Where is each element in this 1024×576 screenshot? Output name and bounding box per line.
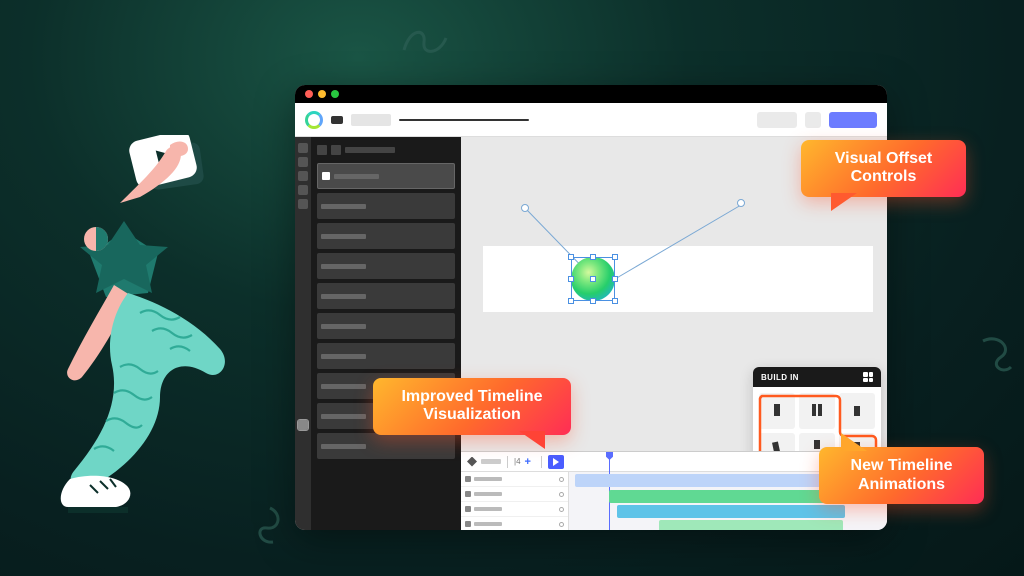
layer-item[interactable] bbox=[317, 223, 455, 249]
layer-item[interactable] bbox=[317, 313, 455, 339]
primary-action-button[interactable] bbox=[829, 112, 877, 128]
tool-rail bbox=[295, 137, 311, 530]
selection-bounds bbox=[571, 257, 615, 301]
resize-handle[interactable] bbox=[568, 276, 574, 282]
timeline-clip[interactable] bbox=[575, 474, 845, 487]
doc-name[interactable] bbox=[351, 114, 391, 126]
window-titlebar bbox=[295, 85, 887, 103]
eye-icon[interactable] bbox=[559, 522, 564, 527]
resize-handle[interactable] bbox=[590, 298, 596, 304]
decoration-squiggle bbox=[400, 20, 450, 60]
layer-header-label bbox=[345, 147, 395, 153]
timeline-clip[interactable] bbox=[617, 505, 845, 518]
resize-handle[interactable] bbox=[590, 254, 596, 260]
settings-icon[interactable] bbox=[863, 372, 873, 382]
anim-preset[interactable] bbox=[799, 393, 835, 429]
transform-origin-handle[interactable] bbox=[590, 276, 596, 282]
timeline-layers bbox=[461, 472, 569, 530]
timeline-label bbox=[481, 459, 501, 464]
eye-icon[interactable] bbox=[559, 507, 564, 512]
character-illustration bbox=[20, 135, 260, 535]
window-close-icon[interactable] bbox=[305, 90, 313, 98]
tool-1[interactable] bbox=[298, 143, 308, 153]
window-zoom-icon[interactable] bbox=[331, 90, 339, 98]
timeline-layer-row[interactable] bbox=[461, 502, 568, 517]
app-logo-icon bbox=[305, 111, 323, 129]
anim-preset[interactable] bbox=[759, 393, 795, 429]
eye-icon[interactable] bbox=[559, 492, 564, 497]
selected-shape[interactable] bbox=[571, 257, 615, 301]
resize-handle[interactable] bbox=[612, 276, 618, 282]
toolbar-divider bbox=[399, 119, 529, 121]
play-button[interactable] bbox=[548, 455, 564, 469]
layer-item[interactable] bbox=[317, 193, 455, 219]
timeline-layer-row[interactable] bbox=[461, 472, 568, 487]
add-keyframe-button[interactable]: + bbox=[525, 457, 535, 467]
tool-3[interactable] bbox=[298, 171, 308, 181]
layer-item[interactable] bbox=[317, 343, 455, 369]
timeline-clip[interactable] bbox=[609, 490, 849, 503]
callout-visual-offset: Visual Offset Controls bbox=[801, 140, 966, 197]
anim-preset[interactable] bbox=[839, 393, 875, 429]
timeline-layer-row[interactable] bbox=[461, 487, 568, 502]
resize-handle[interactable] bbox=[612, 298, 618, 304]
window-minimize-icon[interactable] bbox=[318, 90, 326, 98]
resize-handle[interactable] bbox=[612, 254, 618, 260]
app-window: BUILD IN Tilt Drop Fly Tilt Swing bbox=[295, 85, 887, 530]
toolbar-button-a[interactable] bbox=[757, 112, 797, 128]
timeline-clip[interactable] bbox=[659, 520, 843, 530]
toolbar-button-b[interactable] bbox=[805, 112, 821, 128]
buildin-header: BUILD IN bbox=[753, 367, 881, 387]
decoration-squiggle bbox=[255, 506, 285, 546]
callout-timeline-viz: Improved Timeline Visualization bbox=[373, 378, 571, 435]
decoration-squiggle bbox=[979, 335, 1014, 375]
top-toolbar bbox=[295, 103, 887, 137]
menu-toggle[interactable] bbox=[331, 116, 343, 124]
layers-panel bbox=[311, 137, 461, 530]
tool-5[interactable] bbox=[298, 199, 308, 209]
layer-item[interactable] bbox=[317, 163, 455, 189]
tool-4[interactable] bbox=[298, 185, 308, 195]
resize-handle[interactable] bbox=[568, 298, 574, 304]
layer-item[interactable] bbox=[317, 253, 455, 279]
callout-new-anims: New Timeline Animations bbox=[819, 447, 984, 504]
layer-visibility-icon[interactable] bbox=[317, 145, 327, 155]
layer-lock-icon[interactable] bbox=[331, 145, 341, 155]
offset-handle[interactable] bbox=[521, 204, 529, 212]
buildin-title: BUILD IN bbox=[761, 373, 799, 382]
timeline-layer-row[interactable] bbox=[461, 517, 568, 530]
layer-item[interactable] bbox=[317, 283, 455, 309]
layer-item[interactable] bbox=[317, 433, 455, 459]
offset-handle[interactable] bbox=[737, 199, 745, 207]
tool-2[interactable] bbox=[298, 157, 308, 167]
keyframe-icon[interactable] bbox=[467, 457, 477, 467]
resize-handle[interactable] bbox=[568, 254, 574, 260]
eye-icon[interactable] bbox=[559, 477, 564, 482]
tool-extra[interactable] bbox=[298, 420, 308, 430]
